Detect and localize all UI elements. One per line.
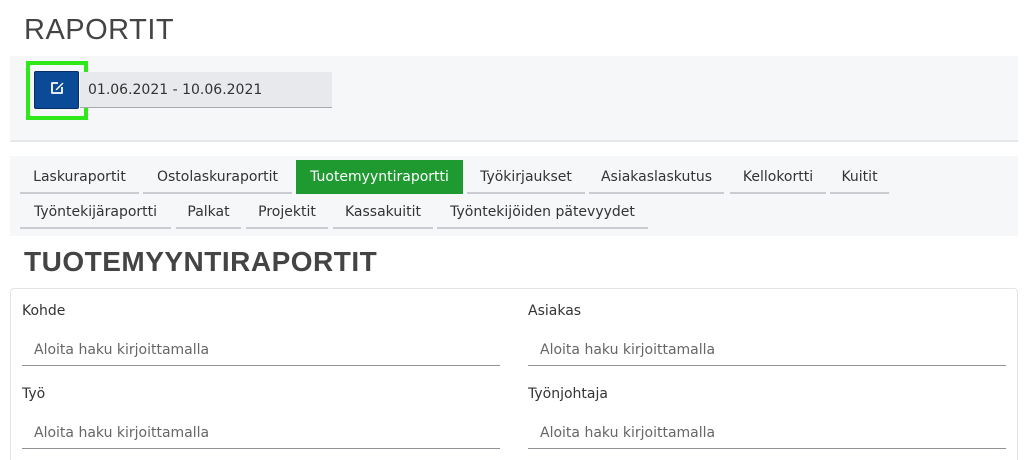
tyonjohtaja-label: Työnjohtaja (528, 386, 608, 402)
filter-form: Kohde Asiakas Työ Työnjohtaja (10, 288, 1018, 460)
tab-ostolaskuraportit[interactable]: Ostolaskuraportit (143, 160, 292, 194)
tab-palkat[interactable]: Palkat (176, 195, 241, 229)
report-tabs: Laskuraportit Ostolaskuraportit Tuotemyy… (10, 156, 1018, 236)
asiakas-search-input[interactable] (528, 334, 1006, 366)
tab-projektit[interactable]: Projektit (246, 195, 328, 229)
tyo-label: Työ (22, 386, 46, 402)
tyo-search-input[interactable] (22, 417, 500, 449)
tab-laskuraportit[interactable]: Laskuraportit (20, 160, 139, 194)
tab-tyokirjaukset[interactable]: Työkirjaukset (467, 160, 585, 194)
page-title: RAPORTIT (24, 14, 175, 46)
edit-icon (49, 80, 65, 100)
tab-kassakuitit[interactable]: Kassakuitit (333, 195, 433, 229)
tab-tyontekijoiden-patevyydet[interactable]: Työntekijöiden pätevyydet (437, 195, 648, 229)
tab-tyontekijaraportti[interactable]: Työntekijäraportti (20, 195, 171, 229)
asiakas-label: Asiakas (528, 303, 582, 319)
tab-kellokortti[interactable]: Kellokortti (730, 160, 826, 194)
tab-kuitit[interactable]: Kuitit (830, 160, 889, 194)
tab-tuotemyyntiraportti[interactable]: Tuotemyyntiraportti (296, 160, 463, 194)
kohde-search-input[interactable] (22, 334, 500, 366)
section-title: TUOTEMYYNTIRAPORTIT (24, 246, 378, 277)
kohde-label: Kohde (22, 303, 66, 319)
tyonjohtaja-search-input[interactable] (528, 417, 1006, 449)
date-range-field[interactable]: 01.06.2021 - 10.06.2021 (80, 72, 332, 108)
tab-asiakaslaskutus[interactable]: Asiakaslaskutus (589, 160, 724, 194)
edit-date-range-button[interactable] (34, 71, 79, 109)
